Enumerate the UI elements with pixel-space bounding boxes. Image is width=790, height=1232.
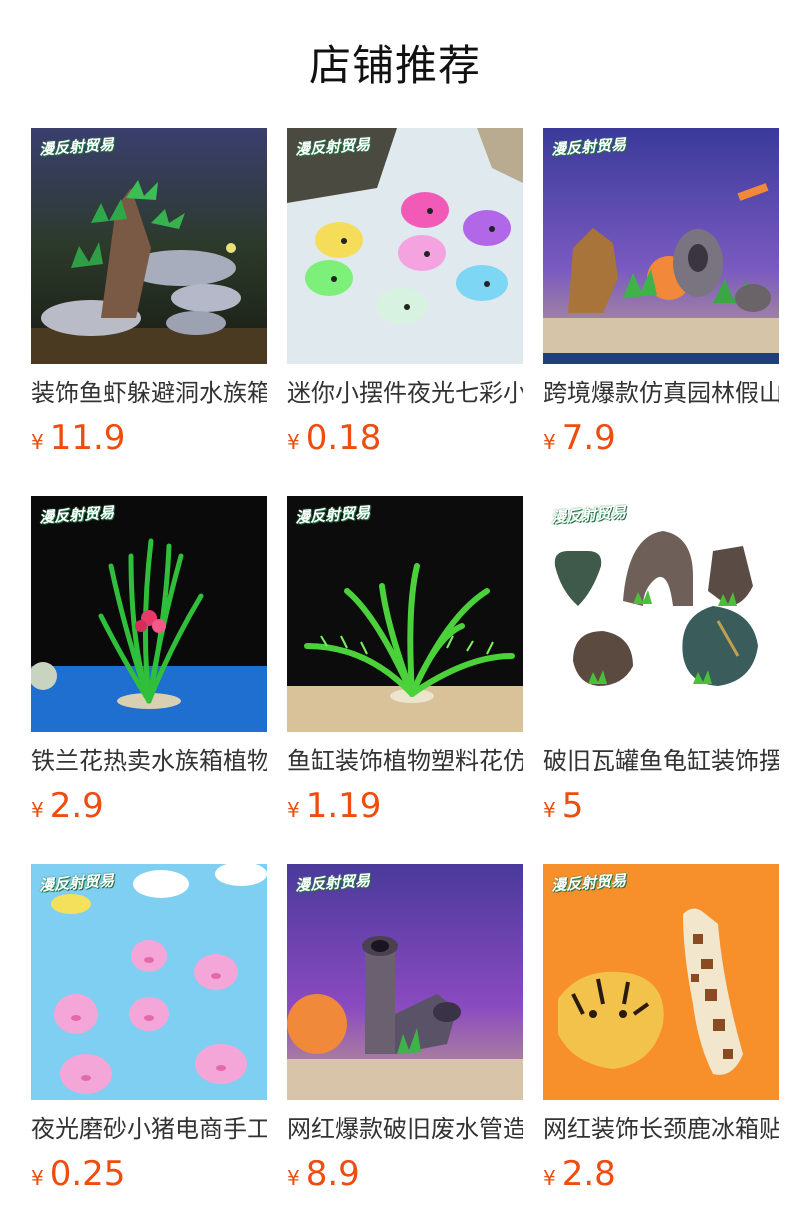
product-price: ¥0.25	[31, 1154, 267, 1194]
product-price: ¥5	[543, 786, 779, 826]
currency-symbol: ¥	[287, 798, 300, 822]
product-name[interactable]: 夜光磨砂小猪电商手工摆件	[31, 1114, 267, 1144]
artificial-plant-icon	[31, 496, 267, 732]
price-amount: 7.9	[561, 418, 616, 458]
currency-symbol: ¥	[543, 1166, 556, 1190]
price-amount: 1.19	[305, 786, 382, 826]
product-name[interactable]: 跨境爆款仿真园林假山造景	[543, 378, 779, 408]
product-image[interactable]: 漫反射贸易	[287, 128, 523, 364]
product-image[interactable]: 漫反射贸易	[31, 864, 267, 1100]
currency-symbol: ¥	[543, 430, 556, 454]
giraffe-tiger-figurine-icon	[543, 864, 779, 1100]
price-amount: 2.8	[561, 1154, 616, 1194]
price-amount: 8.9	[305, 1154, 360, 1194]
artificial-fern-icon	[287, 496, 523, 732]
product-name[interactable]: 鱼缸装饰植物塑料花仿真水草	[287, 746, 523, 776]
product-image[interactable]: 漫反射贸易	[31, 496, 267, 732]
product-image[interactable]: 漫反射贸易	[31, 128, 267, 364]
product-name[interactable]: 网红爆款破旧废水管造景	[287, 1114, 523, 1144]
product-image[interactable]: 漫反射贸易	[287, 864, 523, 1100]
product-image[interactable]: 漫反射贸易	[543, 128, 779, 364]
currency-symbol: ¥	[31, 798, 44, 822]
product-name[interactable]: 装饰鱼虾躲避洞水族箱造景假山	[31, 378, 267, 408]
product-card[interactable]: 漫反射贸易 跨境爆款仿真园林假山造景 ¥7.9	[543, 128, 779, 496]
product-name[interactable]: 迷你小摆件夜光七彩小鲸鱼	[287, 378, 523, 408]
product-price: ¥2.9	[31, 786, 267, 826]
product-grid: 漫反射贸易 装饰鱼虾躲避洞水族箱造景假山 ¥11.9	[31, 128, 779, 1232]
product-card[interactable]: 漫反射贸易 网红装饰长颈鹿冰箱贴摆件 ¥2.8	[543, 864, 779, 1232]
product-price: ¥7.9	[543, 418, 779, 458]
rockery-ornament-icon	[543, 128, 779, 364]
currency-symbol: ¥	[543, 798, 556, 822]
price-amount: 5	[561, 786, 584, 826]
product-name[interactable]: 破旧瓦罐鱼龟缸装饰摆件	[543, 746, 779, 776]
product-image[interactable]: 漫反射贸易	[543, 496, 779, 732]
product-card[interactable]: 漫反射贸易 鱼缸装饰植物塑料花仿真水草 ¥1.19	[287, 496, 523, 864]
product-card[interactable]: 漫反射贸易 夜光磨砂小猪电商手工摆件 ¥0.25	[31, 864, 267, 1232]
currency-symbol: ¥	[287, 430, 300, 454]
page-title: 店铺推荐	[308, 41, 481, 90]
glow-whale-figurines-icon	[287, 128, 523, 364]
product-card[interactable]: 漫反射贸易 装饰鱼虾躲避洞水族箱造景假山 ¥11.9	[31, 128, 267, 496]
product-image[interactable]: 漫反射贸易	[543, 864, 779, 1100]
glow-pig-figurines-icon	[31, 864, 267, 1100]
currency-symbol: ¥	[31, 1166, 44, 1190]
price-amount: 11.9	[49, 418, 126, 458]
product-image[interactable]: 漫反射贸易	[287, 496, 523, 732]
product-name[interactable]: 铁兰花热卖水族箱植物装饰	[31, 746, 267, 776]
currency-symbol: ¥	[287, 1166, 300, 1190]
product-price: ¥1.19	[287, 786, 523, 826]
product-card[interactable]: 漫反射贸易 破旧瓦罐鱼龟缸装饰摆件 ¥5	[543, 496, 779, 864]
product-price: ¥2.8	[543, 1154, 779, 1194]
product-name[interactable]: 网红装饰长颈鹿冰箱贴摆件	[543, 1114, 779, 1144]
price-amount: 0.18	[305, 418, 382, 458]
product-card[interactable]: 漫反射贸易 迷你小摆件夜光七彩小鲸鱼 ¥0.18	[287, 128, 523, 496]
product-price: ¥11.9	[31, 418, 267, 458]
price-amount: 0.25	[49, 1154, 126, 1194]
product-card[interactable]: 漫反射贸易 铁兰花热卖水族箱植物装饰 ¥2.9	[31, 496, 267, 864]
product-card[interactable]: 漫反射贸易 网红爆款破旧废水管造景 ¥8.9	[287, 864, 523, 1232]
product-price: ¥8.9	[287, 1154, 523, 1194]
aquarium-rock-ornament-icon	[31, 128, 267, 364]
broken-pottery-ornaments-icon	[543, 496, 779, 732]
broken-pipe-ornament-icon	[287, 864, 523, 1100]
product-price: ¥0.18	[287, 418, 523, 458]
recommendation-page: 店铺推荐 漫反射贸易 装饰鱼虾躲避洞水族箱 ¥ 11.9 漫反射贸易 迷你小摆件…	[0, 0, 790, 1232]
price-amount: 2.9	[49, 786, 104, 826]
currency-symbol: ¥	[31, 430, 44, 454]
